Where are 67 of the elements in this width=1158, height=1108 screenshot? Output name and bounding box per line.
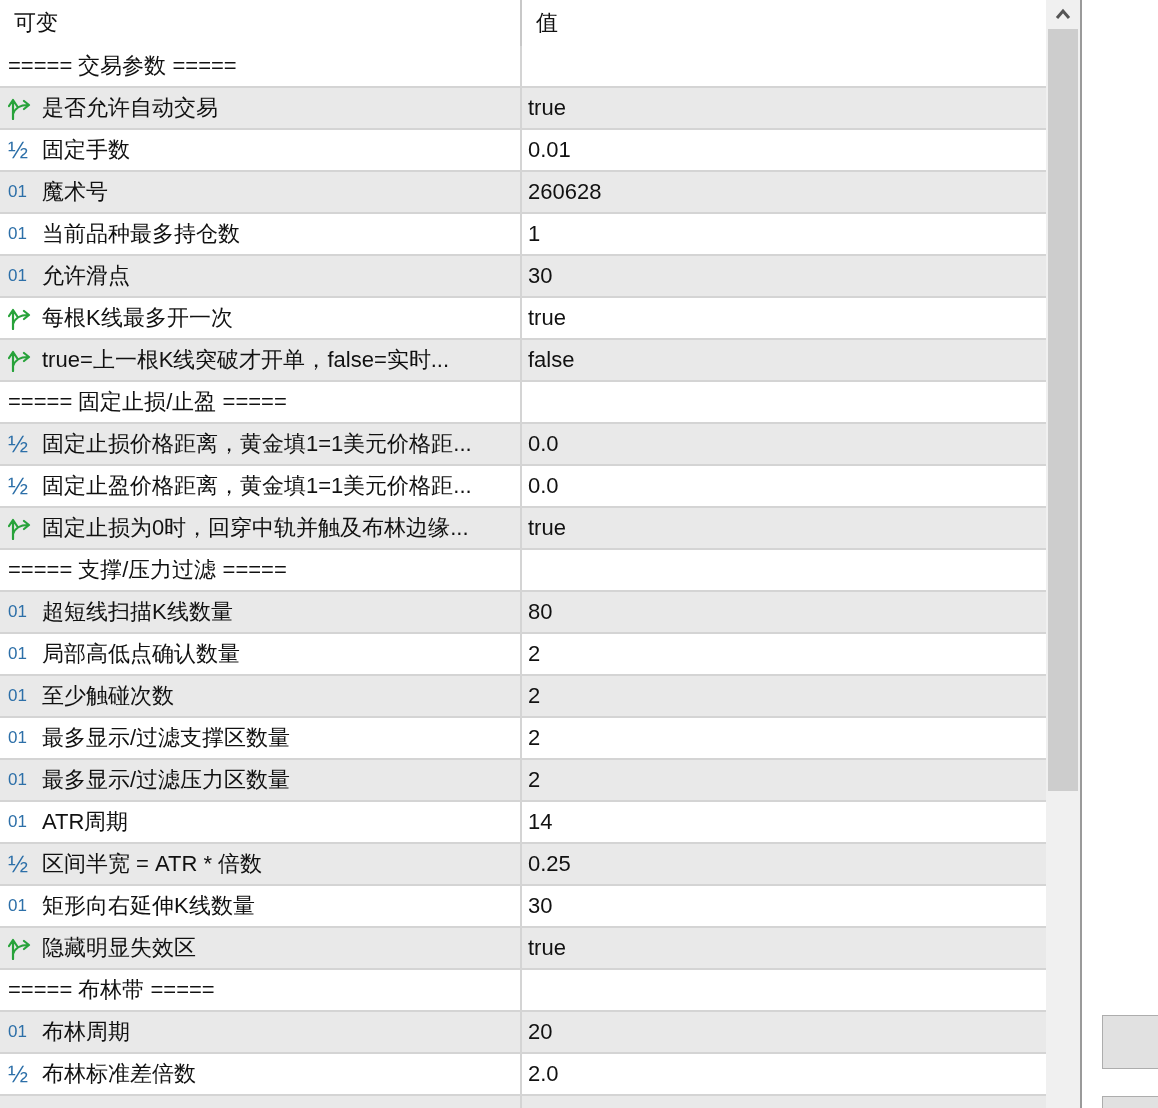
parameter-value[interactable]: 20: [528, 1019, 553, 1045]
type-icon: 01: [8, 728, 34, 748]
parameter-name: 布林标准差倍数: [42, 1060, 196, 1088]
type-icon: ½: [8, 1060, 34, 1088]
parameter-value[interactable]: 2: [528, 641, 541, 667]
parameter-name: 局部高低点确认数量: [42, 640, 240, 668]
section-title: ===== 布林带 =====: [8, 976, 215, 1004]
parameter-name: 最多显示/过滤支撑区数量: [42, 724, 291, 752]
section-title: ===== 固定止损/止盈 =====: [8, 388, 287, 416]
parameter-value[interactable]: 2: [528, 683, 541, 709]
type-icon: 01: [8, 602, 34, 622]
type-icon: 01: [8, 224, 34, 244]
parameter-value[interactable]: 30: [528, 893, 553, 919]
type-icon: 01: [8, 686, 34, 706]
type-icon: 01: [8, 266, 34, 286]
parameter-value[interactable]: 80: [528, 599, 553, 625]
parameter-name: 魔术号: [42, 178, 108, 206]
parameter-name: 允许滑点: [42, 262, 130, 290]
parameter-value[interactable]: false: [528, 347, 575, 373]
parameter-name: 布林周期: [42, 1018, 130, 1046]
parameter-name: 每根K线最多开一次: [42, 304, 233, 332]
parameter-value[interactable]: 260628: [528, 179, 602, 205]
parameter-name: true=上一根K线突破才开单，false=实时...: [42, 346, 450, 374]
parameter-value[interactable]: 1: [528, 221, 541, 247]
parameter-value[interactable]: 0.01: [528, 137, 571, 163]
parameter-value[interactable]: true: [528, 95, 566, 121]
parameter-name: 当前品种最多持仓数: [42, 220, 240, 248]
section-title: ===== 支撑/压力过滤 =====: [8, 556, 287, 584]
type-icon: 01: [8, 1022, 34, 1042]
type-icon: ½: [8, 850, 34, 878]
scrollbar[interactable]: [1046, 0, 1082, 1108]
parameter-value[interactable]: 2: [528, 725, 541, 751]
parameter-value[interactable]: 14: [528, 809, 553, 835]
type-icon: 01: [8, 812, 34, 832]
parameter-name: 至少触碰次数: [42, 682, 174, 710]
parameter-name: 是否允许自动交易: [42, 94, 218, 122]
type-icon: 01: [8, 644, 34, 664]
parameter-value[interactable]: true: [528, 935, 566, 961]
parameter-value[interactable]: 0.0: [528, 473, 559, 499]
parameter-value[interactable]: 2: [528, 767, 541, 793]
parameter-name: 固定手数: [42, 136, 130, 164]
parameter-value[interactable]: 0.25: [528, 851, 571, 877]
type-icon: ½: [8, 430, 34, 458]
column-header[interactable]: 值: [522, 0, 1046, 46]
type-icon: ½: [8, 136, 34, 164]
parameter-value[interactable]: 2.0: [528, 1061, 559, 1087]
type-icon: ½: [8, 472, 34, 500]
parameter-value[interactable]: 30: [528, 263, 553, 289]
parameter-value[interactable]: true: [528, 305, 566, 331]
type-icon: 01: [8, 182, 34, 202]
parameter-name: 超短线扫描K线数量: [42, 598, 233, 626]
parameter-name: 最多显示/过滤压力区数量: [42, 766, 291, 794]
parameter-name: 隐藏明显失效区: [42, 934, 196, 962]
parameter-name: ATR周期: [42, 808, 129, 836]
parameter-name: 固定止损价格距离，黄金填1=1美元价格距...: [42, 430, 472, 458]
scroll-thumb[interactable]: [1048, 29, 1078, 791]
parameter-name: 固定止盈价格距离，黄金填1=1美元价格距...: [42, 472, 472, 500]
side-button[interactable]: [1102, 1015, 1158, 1069]
parameter-value[interactable]: 0.0: [528, 431, 559, 457]
parameter-name: 矩形向右延伸K线数量: [42, 892, 255, 920]
parameter-name: 固定止损为0时，回穿中轨并触及布林边缘...: [42, 514, 469, 542]
scroll-up-icon[interactable]: [1055, 8, 1071, 20]
section-title: ===== 交易参数 =====: [8, 52, 237, 80]
parameter-name: 区间半宽 = ATR * 倍数: [42, 850, 263, 878]
type-icon: 01: [8, 896, 34, 916]
parameter-value[interactable]: true: [528, 515, 566, 541]
type-icon: 01: [8, 770, 34, 790]
